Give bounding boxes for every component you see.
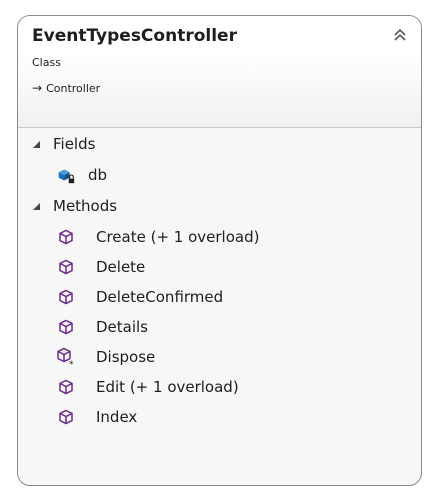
class-stereotype: Class (32, 56, 61, 69)
expanded-triangle-icon (31, 201, 43, 211)
field-item[interactable]: db (18, 160, 421, 190)
double-chevron-up-icon (394, 28, 406, 41)
class-body: Fields db Methods Create (+ 1 overload) … (18, 128, 421, 432)
inherits-arrow-icon: → (32, 81, 43, 95)
class-shape[interactable]: EventTypesController Class → Controller … (17, 15, 422, 486)
method-item[interactable]: DeleteConfirmed (18, 282, 421, 312)
method-label: Details (96, 318, 149, 336)
svg-text:*: * (69, 360, 74, 367)
base-class-name: Controller (46, 81, 101, 95)
base-class: → Controller (32, 81, 100, 95)
method-label: Index (96, 408, 138, 426)
method-icon (56, 257, 76, 277)
method-icon (56, 317, 76, 337)
method-label: Create (+ 1 overload) (96, 228, 260, 246)
expanded-triangle-icon (31, 139, 43, 149)
method-icon (56, 227, 76, 247)
method-label: Delete (96, 258, 146, 276)
section-fields-title: Fields (53, 135, 96, 153)
method-item[interactable]: Index (18, 402, 421, 432)
section-fields-header[interactable]: Fields (18, 128, 421, 160)
section-methods-header[interactable]: Methods (18, 190, 421, 222)
method-item[interactable]: Edit (+ 1 overload) (18, 372, 421, 402)
diagram-canvas: EventTypesController Class → Controller … (0, 0, 440, 499)
method-item[interactable]: * Dispose (18, 342, 421, 372)
method-item[interactable]: Details (18, 312, 421, 342)
class-name: EventTypesController (32, 26, 237, 46)
method-item[interactable]: Create (+ 1 overload) (18, 222, 421, 252)
method-label: DeleteConfirmed (96, 288, 224, 306)
method-icon (56, 407, 76, 427)
method-item[interactable]: Delete (18, 252, 421, 282)
field-private-icon (56, 165, 76, 185)
method-protected-icon: * (56, 347, 76, 367)
section-methods-title: Methods (53, 197, 118, 215)
method-icon (56, 377, 76, 397)
collapse-button[interactable] (389, 24, 411, 46)
method-label: Dispose (96, 348, 156, 366)
class-header[interactable]: EventTypesController Class → Controller (18, 16, 421, 128)
field-label: db (88, 166, 108, 184)
method-label: Edit (+ 1 overload) (96, 378, 239, 396)
method-icon (56, 287, 76, 307)
